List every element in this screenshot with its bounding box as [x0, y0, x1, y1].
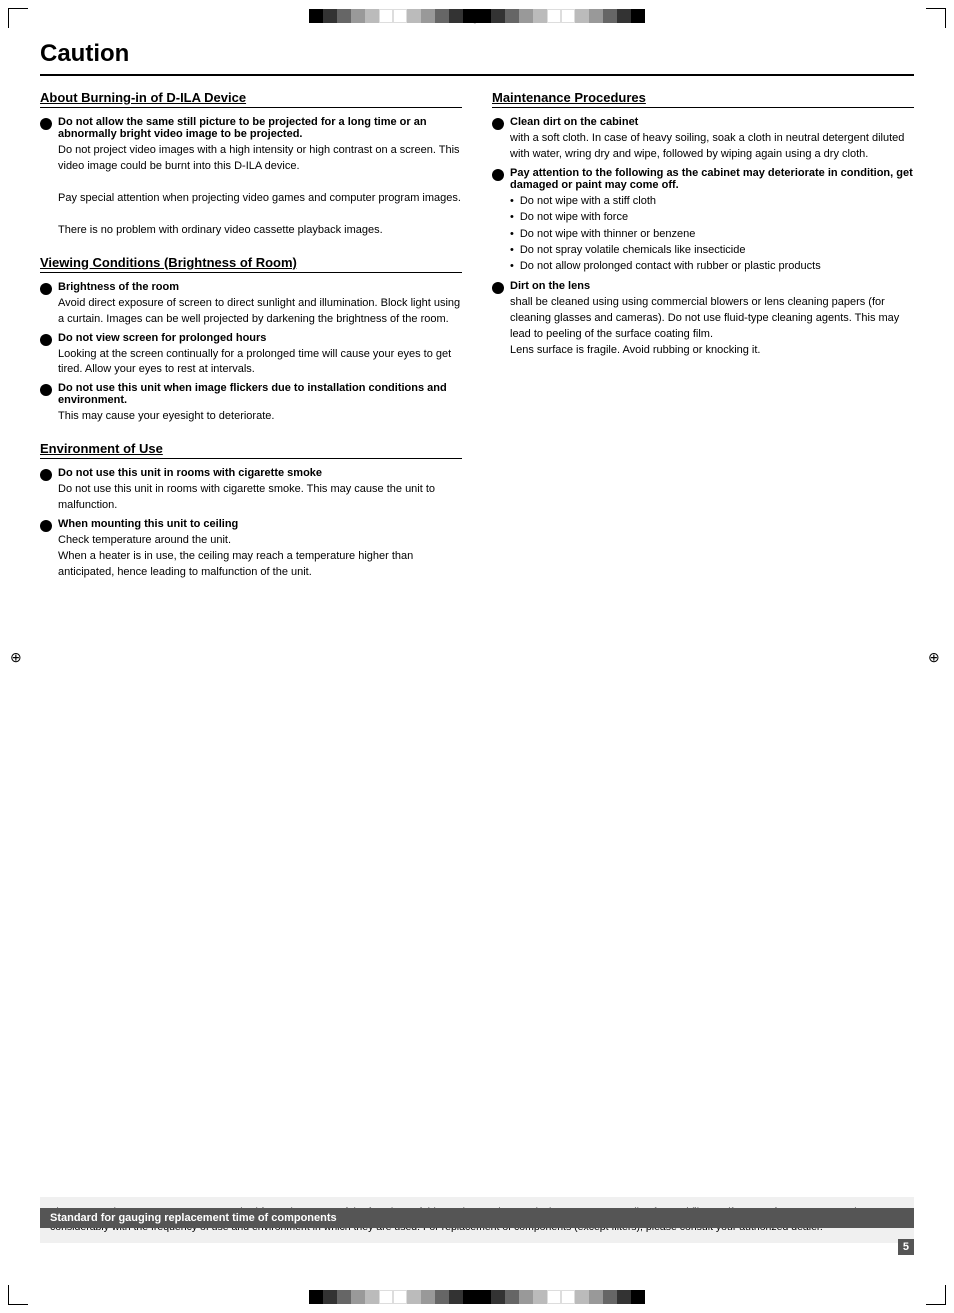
viewing-item-2-content: Do not view screen for prolonged hours L…	[58, 332, 462, 379]
viewing-item-3-content: Do not use this unit when image flickers…	[58, 382, 462, 425]
bullet-icon	[40, 283, 52, 295]
bullet-icon	[40, 384, 52, 396]
page: Caution About Burning-in of D-ILA Device…	[0, 0, 954, 1313]
left-column: About Burning-in of D-ILA Device Do not …	[40, 90, 462, 597]
main-content: Caution About Burning-in of D-ILA Device…	[40, 40, 914, 1273]
bullet-icon	[40, 469, 52, 481]
bullet-icon	[40, 334, 52, 346]
maintenance-title: Maintenance Procedures	[492, 90, 914, 108]
info-box-wrapper: Standard for gauging replacement time of…	[40, 1197, 914, 1243]
bullet-icon	[492, 169, 504, 181]
sub-bullet-2: • Do not wipe with force	[510, 210, 914, 225]
crosshair-left	[10, 649, 26, 665]
maintenance-item-1: Clean dirt on the cabinet with a soft cl…	[492, 116, 914, 163]
maintenance-section: Maintenance Procedures Clean dirt on the…	[492, 90, 914, 359]
maintenance-text-3: shall be cleaned using using commercial …	[510, 295, 914, 359]
burning-in-title: About Burning-in of D-ILA Device	[40, 90, 462, 108]
maintenance-bold-3: Dirt on the lens	[510, 280, 590, 292]
crosshair-top	[469, 10, 485, 26]
bullet-icon	[40, 520, 52, 532]
burning-in-section: About Burning-in of D-ILA Device Do not …	[40, 90, 462, 239]
environment-text-1: Do not use this unit in rooms with cigar…	[58, 482, 462, 514]
environment-bold-1: Do not use this unit in rooms with cigar…	[58, 467, 322, 479]
sub-bullet-3: • Do not wipe with thinner or benzene	[510, 227, 914, 242]
environment-bold-2: When mounting this unit to ceiling	[58, 518, 238, 530]
environment-text-2: Check temperature around the unit.When a…	[58, 533, 462, 581]
right-column: Maintenance Procedures Clean dirt on the…	[492, 90, 914, 597]
maintenance-item-2: Pay attention to the following as the ca…	[492, 167, 914, 276]
environment-title: Environment of Use	[40, 441, 462, 459]
bullet-icon	[40, 118, 52, 130]
maintenance-bold-1: Clean dirt on the cabinet	[510, 116, 638, 128]
page-num-box: 5	[898, 1239, 914, 1255]
corner-mark-tr	[926, 8, 946, 28]
bullet-icon	[492, 118, 504, 130]
viewing-text-1: Avoid direct exposure of screen to direc…	[58, 296, 462, 328]
viewing-bold-2: Do not view screen for prolonged hours	[58, 332, 266, 344]
viewing-item-2: Do not view screen for prolonged hours L…	[40, 332, 462, 379]
viewing-bold-1: Brightness of the room	[58, 281, 179, 293]
environment-item-1-content: Do not use this unit in rooms with cigar…	[58, 467, 462, 514]
burning-in-text-1: Do not project video images with a high …	[58, 143, 462, 239]
environment-item-1: Do not use this unit in rooms with cigar…	[40, 467, 462, 514]
viewing-text-2: Looking at the screen continually for a …	[58, 347, 462, 379]
viewing-item-1: Brightness of the room Avoid direct expo…	[40, 281, 462, 328]
maintenance-sub-bullets: • Do not wipe with a stiff cloth • Do no…	[510, 194, 914, 275]
viewing-section: Viewing Conditions (Brightness of Room) …	[40, 255, 462, 426]
info-box: Standard for gauging replacement time of…	[40, 1208, 914, 1228]
maintenance-item-1-content: Clean dirt on the cabinet with a soft cl…	[510, 116, 914, 163]
corner-mark-br	[926, 1285, 946, 1305]
maintenance-item-3-content: Dirt on the lens shall be cleaned using …	[510, 280, 914, 359]
viewing-text-3: This may cause your eyesight to deterior…	[58, 409, 462, 425]
viewing-item-3: Do not use this unit when image flickers…	[40, 382, 462, 425]
corner-mark-tl	[8, 8, 28, 28]
burning-in-item-1: Do not allow the same still picture to b…	[40, 116, 462, 239]
environment-item-2: When mounting this unit to ceiling Check…	[40, 518, 462, 581]
sub-bullet-5: • Do not allow prolonged contact with ru…	[510, 259, 914, 274]
maintenance-item-3: Dirt on the lens shall be cleaned using …	[492, 280, 914, 359]
viewing-bold-3: Do not use this unit when image flickers…	[58, 382, 447, 406]
environment-section: Environment of Use Do not use this unit …	[40, 441, 462, 581]
crosshair-right	[928, 649, 944, 665]
environment-item-2-content: When mounting this unit to ceiling Check…	[58, 518, 462, 581]
page-title: Caution	[40, 40, 914, 76]
viewing-item-1-content: Brightness of the room Avoid direct expo…	[58, 281, 462, 328]
burning-in-bold-1: Do not allow the same still picture to b…	[58, 116, 427, 140]
burning-in-item-1-content: Do not allow the same still picture to b…	[58, 116, 462, 239]
sub-bullet-4: • Do not spray volatile chemicals like i…	[510, 243, 914, 258]
bullet-icon	[492, 282, 504, 294]
maintenance-text-1: with a soft cloth. In case of heavy soil…	[510, 131, 914, 163]
two-column-layout: About Burning-in of D-ILA Device Do not …	[40, 90, 914, 597]
maintenance-bold-2: Pay attention to the following as the ca…	[510, 167, 913, 191]
viewing-title: Viewing Conditions (Brightness of Room)	[40, 255, 462, 273]
page-number-area: 5	[898, 1239, 914, 1255]
sub-bullet-1: • Do not wipe with a stiff cloth	[510, 194, 914, 209]
corner-mark-bl	[8, 1285, 28, 1305]
maintenance-item-2-content: Pay attention to the following as the ca…	[510, 167, 914, 276]
info-box-title: Standard for gauging replacement time of…	[50, 1212, 904, 1224]
crosshair-bottom	[469, 1287, 485, 1303]
